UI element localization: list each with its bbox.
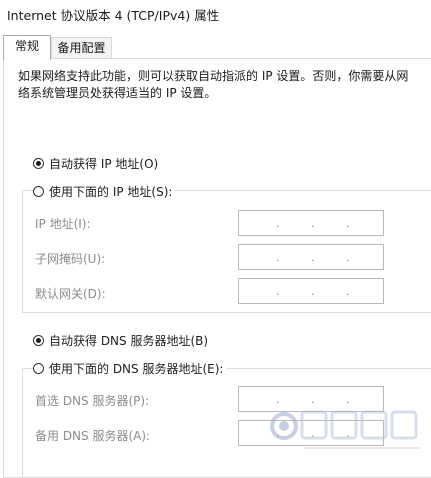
manual-ip-option[interactable]: 使用下面的 IP 地址(S): bbox=[33, 182, 176, 200]
ip-dot: . bbox=[276, 427, 280, 440]
manual-dns-radio[interactable] bbox=[33, 362, 44, 374]
alternate-dns-input[interactable]: . . . bbox=[238, 420, 384, 446]
ip-address-input[interactable]: . . . bbox=[238, 210, 384, 236]
ip-dot: . bbox=[276, 251, 280, 264]
ip-dot: . bbox=[346, 393, 350, 406]
auto-dns-radio[interactable] bbox=[33, 334, 44, 346]
title-bar: Internet 协议版本 4 (TCP/IPv4) 属性 bbox=[0, 0, 431, 30]
ip-dot: . bbox=[346, 217, 350, 230]
manual-ip-label[interactable]: 使用下面的 IP 地址(S): bbox=[49, 183, 172, 200]
ip-dot: . bbox=[276, 285, 280, 298]
tab-alternate-configuration[interactable]: 备用配置 bbox=[51, 37, 112, 58]
manual-dns-label[interactable]: 使用下面的 DNS 服务器地址(E): bbox=[49, 360, 223, 377]
manual-dns-option[interactable]: 使用下面的 DNS 服务器地址(E): bbox=[33, 359, 227, 377]
ip-dot: . bbox=[311, 251, 315, 264]
ip-dot: . bbox=[276, 393, 280, 406]
alternate-dns-label: 备用 DNS 服务器(A): bbox=[35, 429, 151, 443]
preferred-dns-input[interactable]: . . . bbox=[238, 386, 384, 412]
ip-dot: . bbox=[346, 251, 350, 264]
default-gateway-label: 默认网关(D): bbox=[35, 287, 106, 301]
auto-ip-option[interactable]: 自动获得 IP 地址(O) bbox=[33, 154, 158, 172]
ip-dot: . bbox=[311, 217, 315, 230]
default-gateway-input[interactable]: . . . bbox=[238, 278, 384, 304]
auto-dns-option[interactable]: 自动获得 DNS 服务器地址(B) bbox=[33, 331, 208, 349]
window-title: Internet 协议版本 4 (TCP/IPv4) 属性 bbox=[7, 8, 220, 23]
manual-ip-radio[interactable] bbox=[33, 185, 44, 197]
tab-general[interactable]: 常规 bbox=[3, 35, 51, 60]
ip-address-label: IP 地址(I): bbox=[35, 217, 91, 231]
preferred-dns-label: 首选 DNS 服务器(P): bbox=[35, 394, 150, 408]
auto-dns-label[interactable]: 自动获得 DNS 服务器地址(B) bbox=[49, 332, 208, 349]
auto-ip-radio[interactable] bbox=[33, 157, 44, 169]
ip-dot: . bbox=[311, 285, 315, 298]
subnet-mask-label: 子网掩码(U): bbox=[35, 252, 106, 266]
ip-dot: . bbox=[276, 217, 280, 230]
auto-ip-label[interactable]: 自动获得 IP 地址(O) bbox=[49, 155, 158, 172]
ip-dot: . bbox=[346, 285, 350, 298]
description-text: 如果网络支持此功能，则可以获取自动指派的 IP 设置。否则，你需要从网络系统管理… bbox=[18, 69, 409, 100]
ip-dot: . bbox=[311, 427, 315, 440]
subnet-mask-input[interactable]: . . . bbox=[238, 244, 384, 270]
ip-dot: . bbox=[346, 427, 350, 440]
tab-strip: 常规 备用配置 bbox=[0, 35, 431, 60]
ip-dot: . bbox=[311, 393, 315, 406]
